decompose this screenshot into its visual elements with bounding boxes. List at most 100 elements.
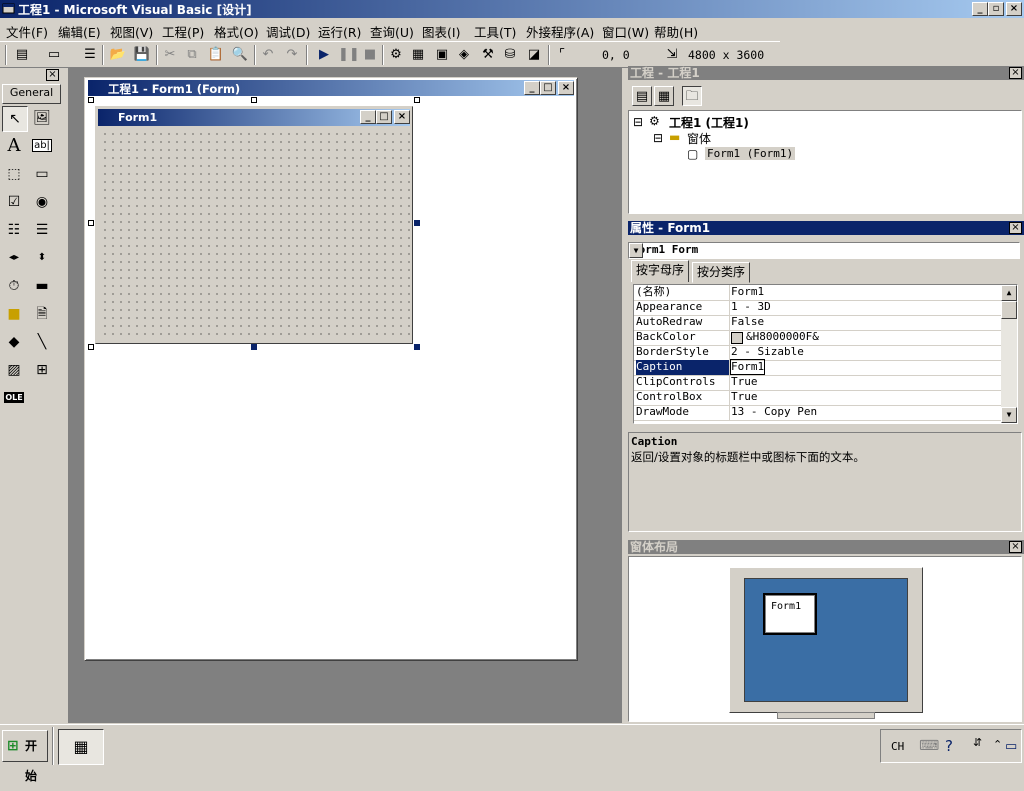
tree-form-item[interactable]: Form1 (Form1) — [705, 147, 796, 160]
menu-format[interactable]: 格式(O) — [214, 22, 259, 41]
menu-tools[interactable]: 工具(T) — [474, 22, 516, 41]
scroll-up-icon[interactable]: ▲ — [1001, 285, 1017, 301]
start-button[interactable]: ⊞ 开始 — [2, 730, 48, 783]
designer-maximize-button[interactable]: □ — [540, 81, 556, 95]
form1-canvas[interactable]: Form1 _ □ × — [95, 106, 413, 344]
checkbox-tool-icon[interactable]: ☑ — [2, 190, 26, 214]
project-explorer-icon[interactable]: ⚙ — [386, 45, 406, 65]
resize-handle[interactable] — [414, 344, 420, 350]
pointer-tool-icon[interactable]: ↖ — [2, 106, 28, 132]
property-value[interactable]: True — [731, 375, 758, 389]
properties-window-icon[interactable]: ▦ — [408, 45, 428, 65]
property-row[interactable]: DrawMode 13 - Copy Pen — [634, 405, 1002, 421]
shape-tool-icon[interactable]: ◆ — [2, 330, 26, 354]
menu-debug[interactable]: 调试(D) — [266, 22, 310, 41]
start-icon[interactable]: ▶ — [314, 45, 334, 65]
vscrollbar-tool-icon[interactable]: ⬍ — [30, 246, 54, 270]
menu-editor-icon[interactable]: ☰ — [80, 45, 100, 65]
form-layout-icon[interactable]: ▣ — [432, 45, 452, 65]
chevron-down-icon[interactable]: ▼ — [629, 243, 643, 258]
property-value[interactable]: 2 - Sizable — [731, 345, 804, 359]
property-row[interactable]: Caption Form1 — [634, 359, 1002, 376]
designer-close-button[interactable]: × — [558, 81, 574, 95]
toolbox-tab-general[interactable]: General — [2, 84, 61, 104]
form1-grid[interactable] — [98, 127, 410, 341]
tree-collapse-icon[interactable]: ⊟ — [633, 115, 643, 129]
save-icon[interactable]: 💾 — [132, 45, 152, 65]
toolbox-icon[interactable]: ⚒ — [478, 45, 498, 65]
filelistbox-tool-icon[interactable]: 🗎 — [30, 302, 54, 326]
menu-project[interactable]: 工程(P) — [162, 22, 204, 41]
data-view-icon[interactable]: ⛁ — [500, 45, 520, 65]
form1-maximize-button[interactable]: □ — [376, 110, 392, 124]
break-icon[interactable]: ❚❚ — [338, 45, 360, 65]
drivelistbox-tool-icon[interactable]: ▬ — [30, 274, 54, 298]
menu-query[interactable]: 查询(U) — [370, 22, 414, 41]
designer-minimize-button[interactable]: _ — [524, 81, 540, 95]
timer-tool-icon[interactable]: ⏱ — [2, 274, 26, 298]
property-value[interactable]: 1 - 3D — [731, 300, 771, 314]
toggle-folders-icon[interactable]: 🗀 — [682, 86, 702, 106]
help-icon[interactable]: ? — [945, 737, 953, 755]
toolbar-grip[interactable] — [5, 45, 7, 65]
hscrollbar-tool-icon[interactable]: ◂▸ — [2, 246, 26, 270]
property-value[interactable]: &H8000000F& — [746, 330, 819, 344]
add-form-icon[interactable]: ▭ — [44, 45, 64, 65]
menu-help[interactable]: 帮助(H) — [654, 22, 698, 41]
property-row[interactable]: BorderStyle 2 - Sizable — [634, 345, 1002, 361]
copy-icon[interactable]: ⧉ — [182, 45, 202, 65]
tab-alphabetic[interactable]: 按字母序 — [631, 260, 690, 282]
line-tool-icon[interactable]: ╲ — [30, 330, 54, 354]
menu-diagram[interactable]: 图表(I) — [422, 22, 460, 41]
view-code-icon[interactable]: ▤ — [632, 86, 652, 106]
tree-root[interactable]: 工程1 (工程1) — [669, 114, 749, 131]
toolbox-close-icon[interactable]: × — [46, 69, 59, 81]
tray-expand-icon[interactable]: ⌃ — [993, 738, 1002, 751]
object-selector[interactable]: Form1 Form ▼ — [628, 242, 1020, 259]
label-tool-icon[interactable]: A — [2, 134, 26, 158]
dirlistbox-tool-icon[interactable]: ■ — [2, 302, 26, 326]
property-row[interactable]: (名称) Form1 — [634, 285, 1002, 301]
property-row[interactable]: ControlBox True — [634, 390, 1002, 406]
commandbutton-tool-icon[interactable]: ▭ — [30, 162, 54, 186]
tree-folder[interactable]: 窗体 — [687, 130, 711, 147]
vb-app-icon[interactable] — [2, 2, 15, 15]
property-value[interactable]: Form1 — [729, 359, 766, 375]
combobox-tool-icon[interactable]: ☷ — [2, 218, 26, 242]
network-icon[interactable]: ▭ — [1005, 739, 1017, 754]
menu-file[interactable]: 文件(F) — [6, 22, 48, 41]
component-manager-icon[interactable]: ◪ — [524, 45, 544, 65]
minimize-button[interactable]: _ — [972, 2, 988, 16]
image-tool-icon[interactable]: ▨ — [2, 358, 26, 382]
open-icon[interactable]: 📂 — [108, 45, 128, 65]
end-icon[interactable]: ■ — [360, 45, 380, 65]
property-row[interactable]: AutoRedraw False — [634, 315, 1002, 331]
language-indicator[interactable]: CH — [891, 740, 904, 753]
textbox-tool-icon[interactable]: ab| — [30, 134, 54, 158]
menu-run[interactable]: 运行(R) — [318, 22, 361, 41]
form1-close-button[interactable]: × — [394, 110, 410, 124]
scroll-thumb[interactable] — [1001, 301, 1017, 319]
properties-close-icon[interactable]: × — [1009, 222, 1022, 234]
paste-icon[interactable]: 📋 — [206, 45, 226, 65]
menu-addins[interactable]: 外接程序(A) — [526, 22, 594, 41]
scroll-down-icon[interactable]: ▼ — [1001, 407, 1017, 423]
form1-minimize-button[interactable]: _ — [360, 110, 376, 124]
tab-categorized[interactable]: 按分类序 — [692, 262, 751, 283]
project-close-icon[interactable]: × — [1009, 67, 1022, 79]
keyboard-icon[interactable]: ⌨ — [919, 738, 939, 754]
find-icon[interactable]: 🔍 — [230, 45, 250, 65]
ole-tool-icon[interactable]: OLE — [2, 386, 26, 410]
property-value[interactable]: 13 - Copy Pen — [731, 405, 817, 419]
close-button[interactable]: × — [1006, 2, 1022, 16]
view-object-icon[interactable]: ▦ — [654, 86, 674, 106]
redo-icon[interactable]: ↷ — [282, 45, 302, 65]
layout-form1[interactable]: Form1 — [763, 593, 817, 635]
menu-window[interactable]: 窗口(W) — [602, 22, 649, 41]
ime-options-icon[interactable]: ⇵ — [973, 736, 982, 749]
layout-close-icon[interactable]: × — [1009, 541, 1022, 553]
property-row[interactable]: ClipControls True — [634, 375, 1002, 391]
menu-edit[interactable]: 编辑(E) — [58, 22, 101, 41]
property-value[interactable]: Form1 — [731, 285, 764, 299]
add-project-icon[interactable]: ▤ — [12, 45, 32, 65]
